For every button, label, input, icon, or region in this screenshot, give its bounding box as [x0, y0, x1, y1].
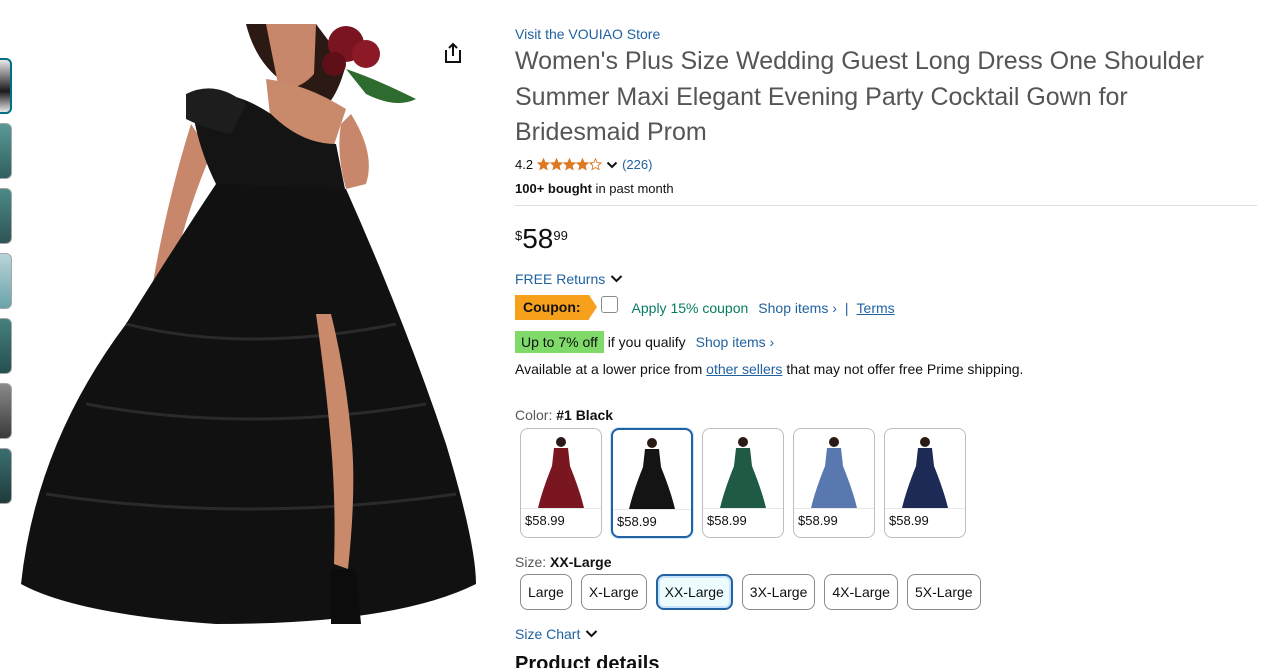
other-sellers-link[interactable]: other sellers: [706, 361, 782, 377]
lower-price-text: Available at a lower price from: [515, 360, 707, 377]
size-chart-link[interactable]: Size Chart: [515, 624, 1257, 644]
swatch-dress: [629, 437, 675, 509]
divider: [515, 204, 1257, 206]
swatch-image: [613, 430, 691, 510]
rating-row: 4.2 (226): [515, 157, 1257, 173]
star-icon: [537, 158, 551, 171]
swatch-price: $58.99: [889, 512, 929, 528]
color-swatch[interactable]: $58.99: [520, 427, 602, 538]
swatch-price: $58.99: [525, 512, 565, 528]
coupon-terms-link[interactable]: Terms: [857, 300, 895, 316]
size-option[interactable]: Large: [520, 573, 572, 610]
size-label: Size: XX-Large: [515, 552, 1257, 572]
rating-value: 4.2: [515, 157, 534, 172]
product-title: Women's Plus Size Wedding Guest Long Dre…: [515, 47, 1204, 146]
bought-count: 100+ bought: [515, 180, 592, 196]
swatch-dress: [811, 436, 857, 508]
color-swatches: $58.99 $58.99 $58.99 $58.99 $58.99: [520, 427, 1257, 538]
color-swatch[interactable]: $58.99: [793, 427, 875, 538]
swatch-image: [521, 429, 601, 509]
discount-badge: Up to 7% off: [515, 330, 604, 353]
lower-price-text-end: that may not offer free Prime shipping.: [782, 360, 1024, 377]
size-option[interactable]: X-Large: [580, 573, 647, 610]
separator: |: [844, 299, 849, 316]
price-fraction: 99: [553, 227, 568, 243]
coupon-shop-items-link[interactable]: Shop items ›: [758, 300, 837, 316]
free-returns-link[interactable]: FREE Returns: [515, 269, 1257, 289]
size-label-text: Size:: [515, 553, 551, 570]
coupon-badge: Coupon:: [515, 295, 597, 320]
dress-illustration: [16, 24, 481, 628]
store-link[interactable]: Visit the VOUIAO Store: [515, 24, 1257, 44]
thumbnail-2[interactable]: [0, 123, 12, 179]
bought-period: in past month: [591, 180, 674, 196]
size-option[interactable]: 3X-Large: [741, 573, 816, 610]
chevron-down-icon: [586, 629, 598, 637]
star-icon: [576, 158, 590, 171]
swatch-dress: [720, 436, 766, 508]
thumbnail-1[interactable]: [0, 58, 12, 114]
size-option[interactable]: 5X-Large: [906, 573, 981, 610]
color-label: Color: #1 Black: [515, 405, 1257, 425]
star-icon: [550, 158, 564, 171]
swatch-dress: [902, 436, 948, 508]
price-whole: 58: [522, 222, 554, 254]
price-symbol: $: [515, 227, 523, 243]
product-details-heading: Product details: [515, 652, 660, 668]
coupon-checkbox[interactable]: [600, 296, 618, 313]
size-option[interactable]: 4X-Large: [824, 573, 898, 610]
discount-row: Up to 7% off if you qualify Shop items ›: [515, 330, 1257, 353]
coupon-text[interactable]: Apply 15% coupon: [632, 300, 749, 316]
main-product-image[interactable]: [16, 24, 481, 628]
thumbnail-strip: [0, 58, 12, 513]
share-button[interactable]: [438, 38, 468, 68]
thumbnail-7[interactable]: [0, 448, 12, 504]
lower-price-notice: Available at a lower price from other se…: [515, 359, 1257, 379]
swatch-price: $58.99: [617, 513, 657, 529]
swatch-image: [703, 429, 783, 509]
color-swatch[interactable]: $58.99: [884, 427, 966, 538]
share-icon: [445, 42, 461, 63]
thumbnail-6[interactable]: [0, 383, 12, 439]
size-option-selected[interactable]: XX-Large: [655, 573, 733, 610]
size-options: Large X-Large XX-Large 3X-Large 4X-Large…: [520, 573, 1257, 610]
price: $ 58 99: [515, 222, 1257, 258]
rating-stars[interactable]: [537, 158, 603, 171]
color-swatch[interactable]: $58.99: [702, 427, 784, 538]
swatch-image: [885, 429, 965, 509]
star-icon: [589, 158, 603, 171]
swatch-dress: [538, 436, 584, 508]
discount-shop-items-link[interactable]: Shop items ›: [696, 334, 775, 350]
selected-color: #1 Black: [556, 406, 614, 423]
chevron-down-icon: [611, 274, 623, 282]
thumbnail-3[interactable]: [0, 188, 12, 244]
color-label-text: Color:: [515, 406, 557, 423]
selected-size: XX-Large: [550, 553, 612, 570]
swatch-price: $58.99: [707, 512, 747, 528]
thumbnail-4[interactable]: [0, 253, 12, 309]
chevron-down-icon[interactable]: [606, 159, 618, 171]
free-returns-label: FREE Returns: [515, 270, 606, 287]
coupon-row: Coupon: Apply 15% coupon Shop items › | …: [515, 295, 1257, 321]
color-swatch-selected[interactable]: $58.99: [611, 427, 693, 538]
swatch-price: $58.99: [798, 512, 838, 528]
swatch-image: [794, 429, 874, 509]
star-icon: [563, 158, 577, 171]
bought-in-past-month: 100+ bought in past month: [515, 181, 1257, 197]
discount-text: if you qualify: [607, 333, 686, 350]
review-count-link[interactable]: (226): [622, 157, 652, 172]
size-chart-label: Size Chart: [515, 625, 581, 642]
thumbnail-5[interactable]: [0, 318, 12, 374]
product-info: Visit the VOUIAO Store Women's Plus Size…: [515, 24, 1257, 668]
